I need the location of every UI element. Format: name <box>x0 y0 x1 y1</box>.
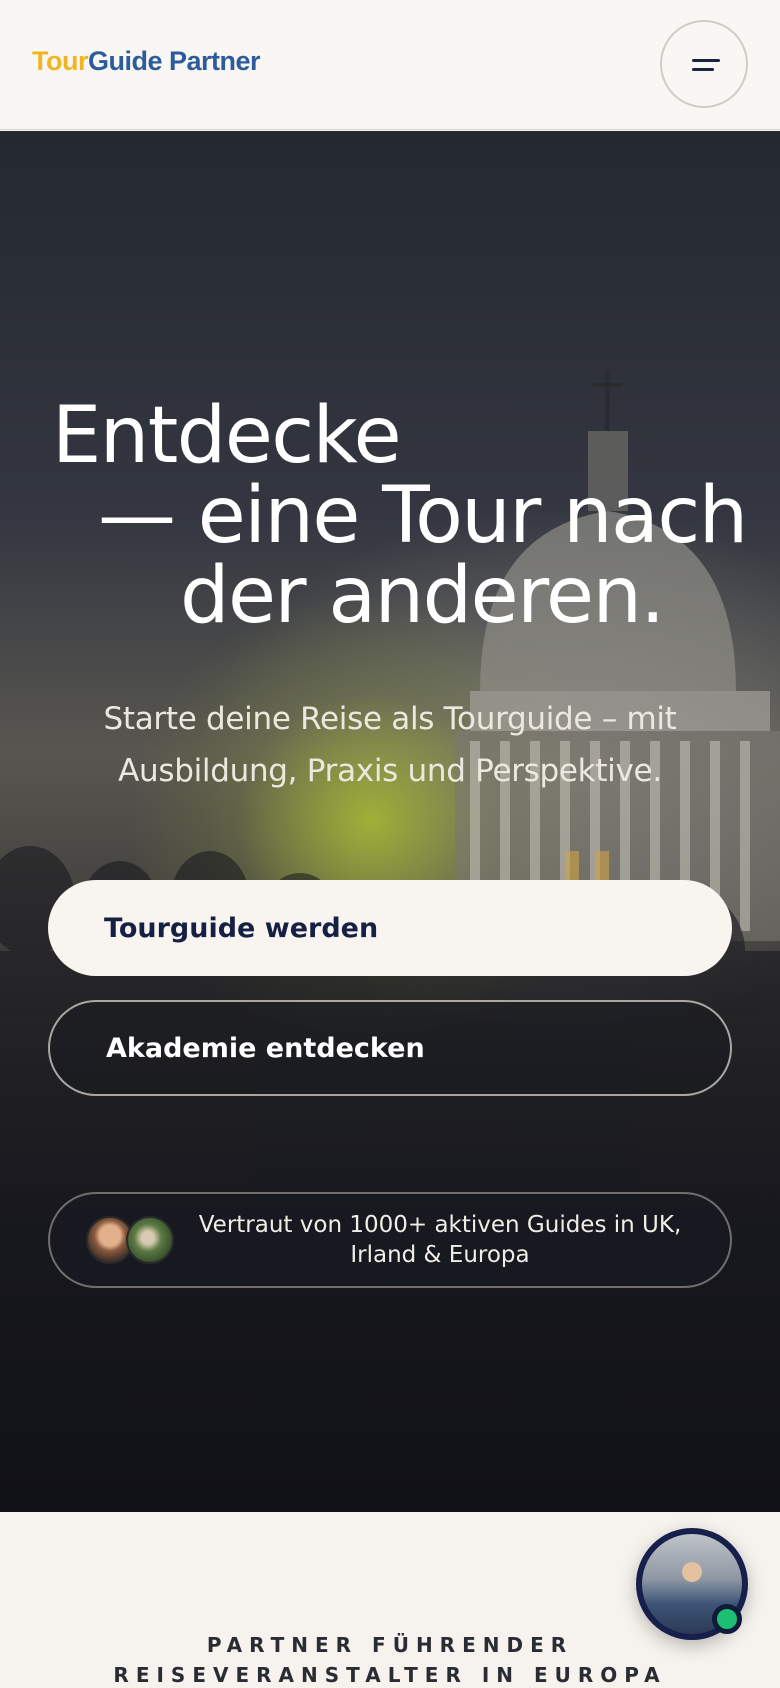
hero-section: Entdecke — eine Tour nach der anderen. S… <box>0 131 780 1512</box>
partners-heading: PARTNER FÜHRENDER REISEVERANSTALTER IN E… <box>113 1633 667 1687</box>
hero-title-line-3: der anderen. <box>180 551 665 641</box>
online-status-indicator <box>712 1604 742 1634</box>
trust-badge: Vertraut von 1000+ aktiven Guides in UK,… <box>48 1192 732 1288</box>
site-header: TourGuide Partner <box>0 0 780 130</box>
become-tourguide-button[interactable]: Tourguide werden <box>48 880 732 976</box>
menu-button[interactable] <box>660 20 748 108</box>
hero-title-line-2: — eine Tour nach <box>98 471 748 561</box>
trust-text: Vertraut von 1000+ aktiven Guides in UK,… <box>198 1212 682 1268</box>
hero-background-cathedral <box>0 371 780 1512</box>
logo-tour: Tour <box>32 46 88 76</box>
hero-subtitle: Starte deine Reise als Tourguide – mit A… <box>103 701 677 789</box>
hero-title-line-1: Entdecke <box>52 391 402 481</box>
discover-academy-button[interactable]: Akademie entdecken <box>48 1000 732 1096</box>
logo-partner: Partner <box>162 46 261 76</box>
guide-avatar <box>126 1216 174 1264</box>
logo-guide: Guide <box>87 46 163 76</box>
brand-logo[interactable]: TourGuide Partner <box>32 46 261 77</box>
